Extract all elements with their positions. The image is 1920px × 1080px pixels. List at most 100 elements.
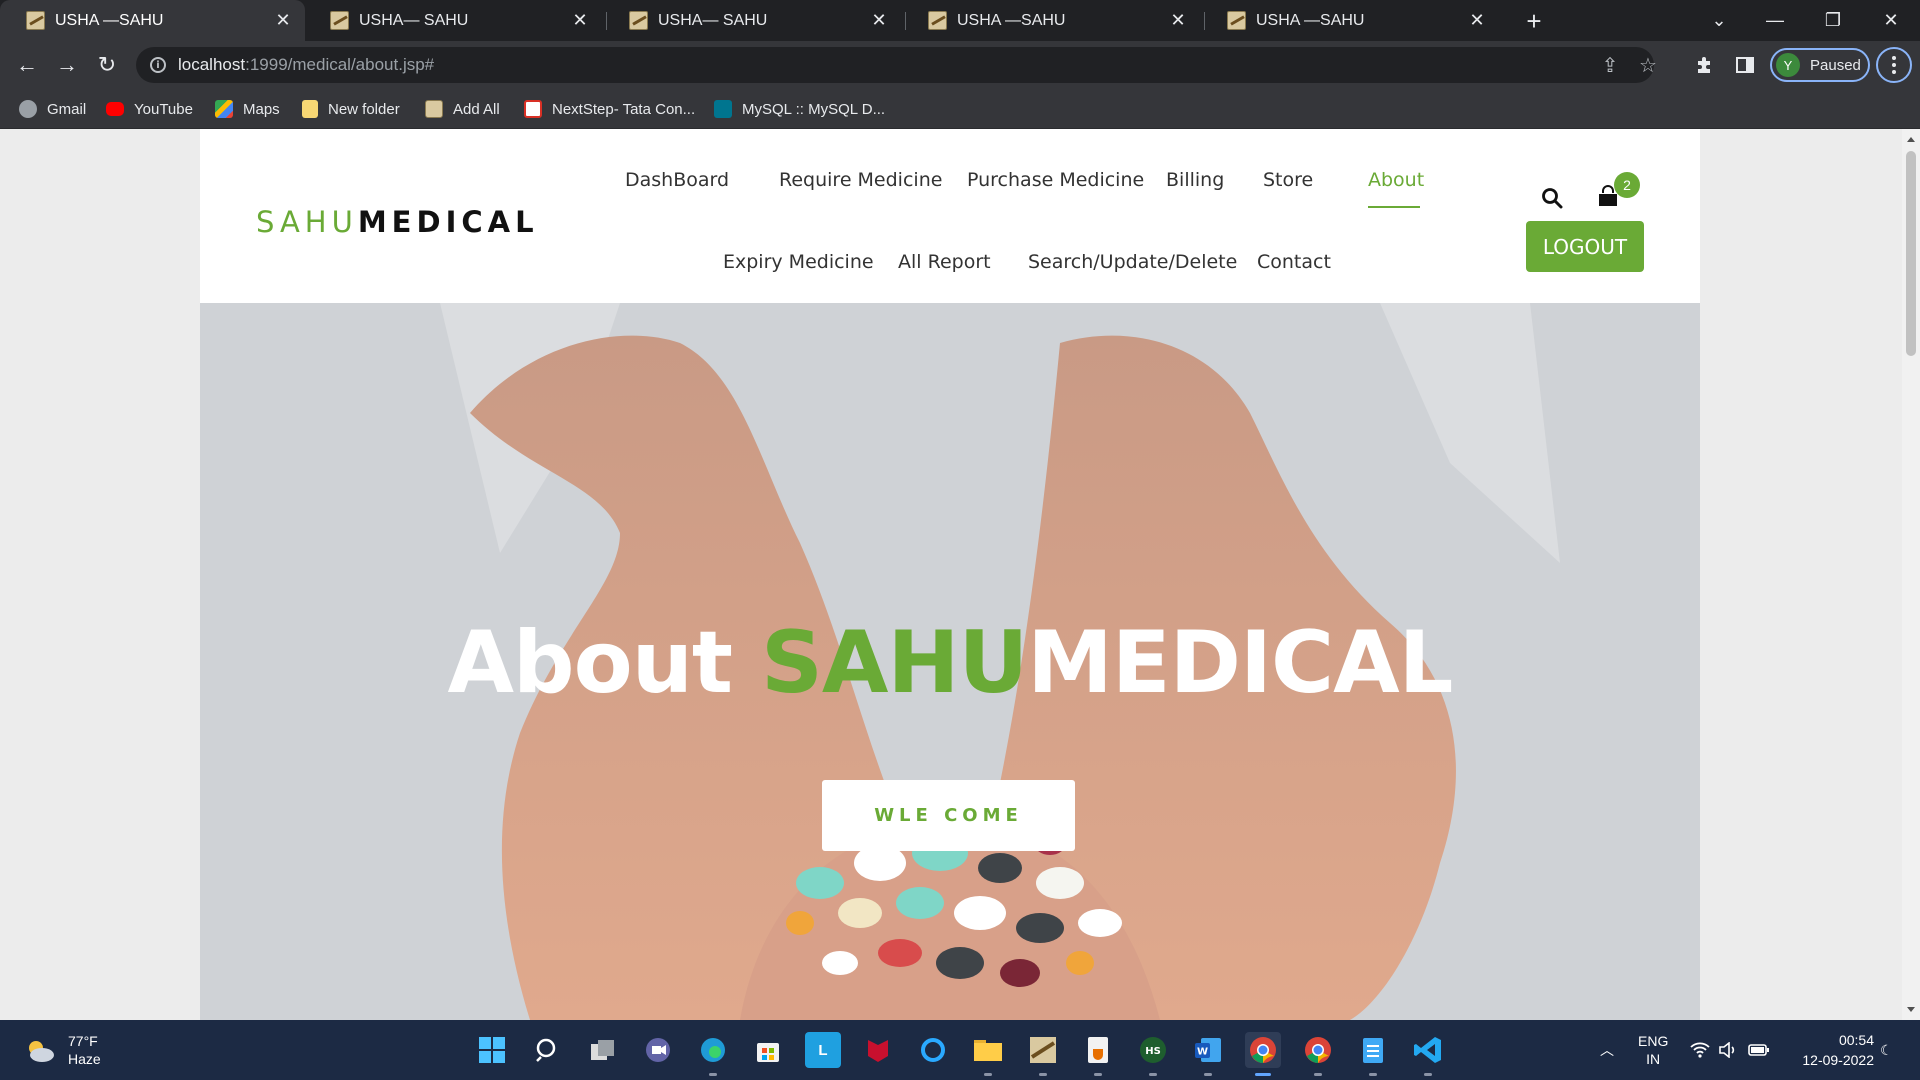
bookmark-mysql[interactable]: MySQL :: MySQL D... bbox=[714, 98, 885, 120]
nav-store[interactable]: Store bbox=[1263, 169, 1313, 191]
bookmark-new-folder[interactable]: New folder bbox=[302, 98, 400, 120]
site-favicon-icon bbox=[26, 11, 45, 30]
bookmark-nextstep[interactable]: NextStep- Tata Con... bbox=[524, 98, 695, 120]
close-icon[interactable]: ✕ bbox=[568, 9, 592, 33]
bookmark-star-icon[interactable]: ☆ bbox=[1630, 47, 1666, 83]
close-icon[interactable]: ✕ bbox=[867, 9, 891, 33]
clock-time: 00:54 bbox=[1838, 1032, 1874, 1048]
vscode-icon[interactable] bbox=[1410, 1032, 1446, 1076]
bookmark-maps[interactable]: Maps bbox=[215, 98, 280, 120]
hero-title: About SAHUMEDICAL bbox=[200, 613, 1700, 713]
weather-desc: Haze bbox=[68, 1051, 101, 1067]
tab-1[interactable]: USHA —SAHU ✕ bbox=[0, 0, 305, 41]
new-tab-button[interactable]: + bbox=[1519, 6, 1549, 36]
welcome-button[interactable]: WLE COME bbox=[822, 780, 1075, 851]
nav-billing[interactable]: Billing bbox=[1166, 169, 1224, 191]
cart-count-badge: 2 bbox=[1614, 172, 1640, 198]
nav-about[interactable]: About bbox=[1368, 169, 1424, 191]
tab-5[interactable]: USHA —SAHU ✕ bbox=[1201, 0, 1499, 41]
lang-top: ENG bbox=[1638, 1033, 1669, 1049]
taskbar-search-icon[interactable] bbox=[530, 1032, 566, 1068]
system-clock[interactable]: 00:54 12-09-2022 bbox=[1784, 1030, 1874, 1070]
close-icon[interactable]: ✕ bbox=[1465, 9, 1489, 33]
bookmark-label: YouTube bbox=[134, 100, 193, 118]
bookmark-label: MySQL :: MySQL D... bbox=[742, 100, 886, 118]
bookmark-youtube[interactable]: YouTube bbox=[106, 98, 193, 120]
back-arrow-icon[interactable]: ← bbox=[10, 48, 44, 82]
weather-widget[interactable]: 77°F Haze bbox=[22, 1032, 101, 1068]
tab-title: USHA —SAHU bbox=[55, 11, 164, 29]
side-panel-icon[interactable] bbox=[1728, 48, 1762, 82]
address-bar[interactable]: i localhost :1999/medical/about.jsp# ⇪ ☆ bbox=[136, 47, 1657, 83]
chrome-icon[interactable] bbox=[1245, 1032, 1281, 1076]
start-button[interactable] bbox=[474, 1032, 510, 1068]
focus-assist-icon[interactable]: ☾ bbox=[1880, 1020, 1893, 1080]
page-scrollbar[interactable] bbox=[1902, 129, 1920, 1020]
close-icon[interactable]: ✕ bbox=[271, 9, 295, 33]
volume-icon[interactable] bbox=[1718, 1020, 1738, 1080]
cortana-icon[interactable] bbox=[915, 1032, 951, 1068]
tray-overflow-chevron-icon[interactable]: ︿ bbox=[1600, 1020, 1614, 1080]
scroll-up-arrow-icon[interactable] bbox=[1907, 137, 1915, 142]
nav-contact[interactable]: Contact bbox=[1257, 251, 1331, 273]
bookmark-gmail[interactable]: Gmail bbox=[19, 98, 86, 120]
browser-menu-icon[interactable] bbox=[1876, 47, 1912, 83]
sahu-app-icon[interactable] bbox=[1025, 1032, 1061, 1076]
chrome-profile-icon[interactable] bbox=[1300, 1032, 1336, 1076]
bookmarks-bar: Gmail YouTube Maps New folder Add All Ne… bbox=[0, 89, 1920, 129]
running-indicator bbox=[1424, 1073, 1432, 1076]
scroll-down-arrow-icon[interactable] bbox=[1907, 1007, 1915, 1012]
file-explorer-icon[interactable] bbox=[970, 1032, 1006, 1076]
share-icon[interactable]: ⇪ bbox=[1592, 47, 1628, 83]
word-icon[interactable]: W bbox=[1190, 1032, 1226, 1076]
bookmark-add-all[interactable]: Add All bbox=[425, 98, 500, 120]
logout-button[interactable]: LOGOUT bbox=[1526, 221, 1644, 272]
tab-2[interactable]: USHA— SAHU ✕ bbox=[304, 0, 602, 41]
nav-search-update-delete[interactable]: Search/Update/Delete bbox=[1028, 251, 1237, 273]
tab-4[interactable]: USHA —SAHU ✕ bbox=[902, 0, 1200, 41]
store-icon[interactable] bbox=[750, 1032, 786, 1068]
tab-search-chevron-icon[interactable]: ⌄ bbox=[1694, 0, 1744, 40]
task-view-icon[interactable] bbox=[585, 1032, 621, 1068]
folder-icon bbox=[302, 100, 318, 118]
hs-app-icon[interactable]: HS bbox=[1135, 1032, 1171, 1076]
hero-banner: About SAHUMEDICAL WLE COME bbox=[200, 303, 1700, 1020]
nav-require-medicine[interactable]: Require Medicine bbox=[779, 169, 942, 191]
nav-expiry-medicine[interactable]: Expiry Medicine bbox=[723, 251, 874, 273]
close-icon[interactable]: ✕ bbox=[1166, 9, 1190, 33]
forward-arrow-icon[interactable]: → bbox=[50, 48, 84, 82]
notepad-icon[interactable] bbox=[1355, 1032, 1391, 1076]
extensions-puzzle-icon[interactable] bbox=[1688, 48, 1722, 82]
site-logo[interactable]: SAHUMEDICAL bbox=[256, 205, 539, 239]
edge-icon[interactable] bbox=[695, 1032, 731, 1076]
hero-title-medical: MEDICAL bbox=[1027, 613, 1453, 713]
lang-bottom: IN bbox=[1646, 1051, 1661, 1067]
language-indicator[interactable]: ENG IN bbox=[1638, 1020, 1668, 1080]
running-indicator bbox=[709, 1073, 717, 1076]
app-icon bbox=[425, 100, 443, 118]
active-nav-underline bbox=[1368, 206, 1420, 208]
mcafee-icon[interactable] bbox=[860, 1032, 896, 1068]
nav-dashboard[interactable]: DashBoard bbox=[625, 169, 729, 191]
java-icon[interactable] bbox=[1080, 1032, 1116, 1076]
globe-icon bbox=[19, 100, 37, 118]
minimize-button[interactable]: — bbox=[1750, 0, 1800, 40]
site-info-icon[interactable]: i bbox=[150, 57, 166, 73]
reload-icon[interactable]: ↻ bbox=[90, 48, 124, 82]
tab-3[interactable]: USHA— SAHU ✕ bbox=[603, 0, 901, 41]
mysql-icon bbox=[714, 100, 732, 118]
profile-button[interactable]: Y Paused bbox=[1770, 48, 1870, 82]
search-icon[interactable] bbox=[1541, 187, 1563, 209]
wifi-icon[interactable] bbox=[1690, 1020, 1710, 1080]
teams-chat-icon[interactable] bbox=[640, 1032, 676, 1068]
battery-icon[interactable] bbox=[1748, 1020, 1770, 1080]
bookmark-label: Gmail bbox=[47, 100, 87, 118]
nav-purchase-medicine[interactable]: Purchase Medicine bbox=[967, 169, 1144, 191]
scrollbar-thumb[interactable] bbox=[1906, 151, 1916, 356]
close-window-button[interactable]: ✕ bbox=[1866, 0, 1916, 40]
tab-title: USHA— SAHU bbox=[359, 11, 469, 29]
l-app-icon[interactable]: L bbox=[805, 1032, 841, 1068]
restore-button[interactable]: ❐ bbox=[1808, 0, 1858, 40]
tab-title: USHA —SAHU bbox=[1256, 11, 1365, 29]
nav-all-report[interactable]: All Report bbox=[898, 251, 991, 273]
